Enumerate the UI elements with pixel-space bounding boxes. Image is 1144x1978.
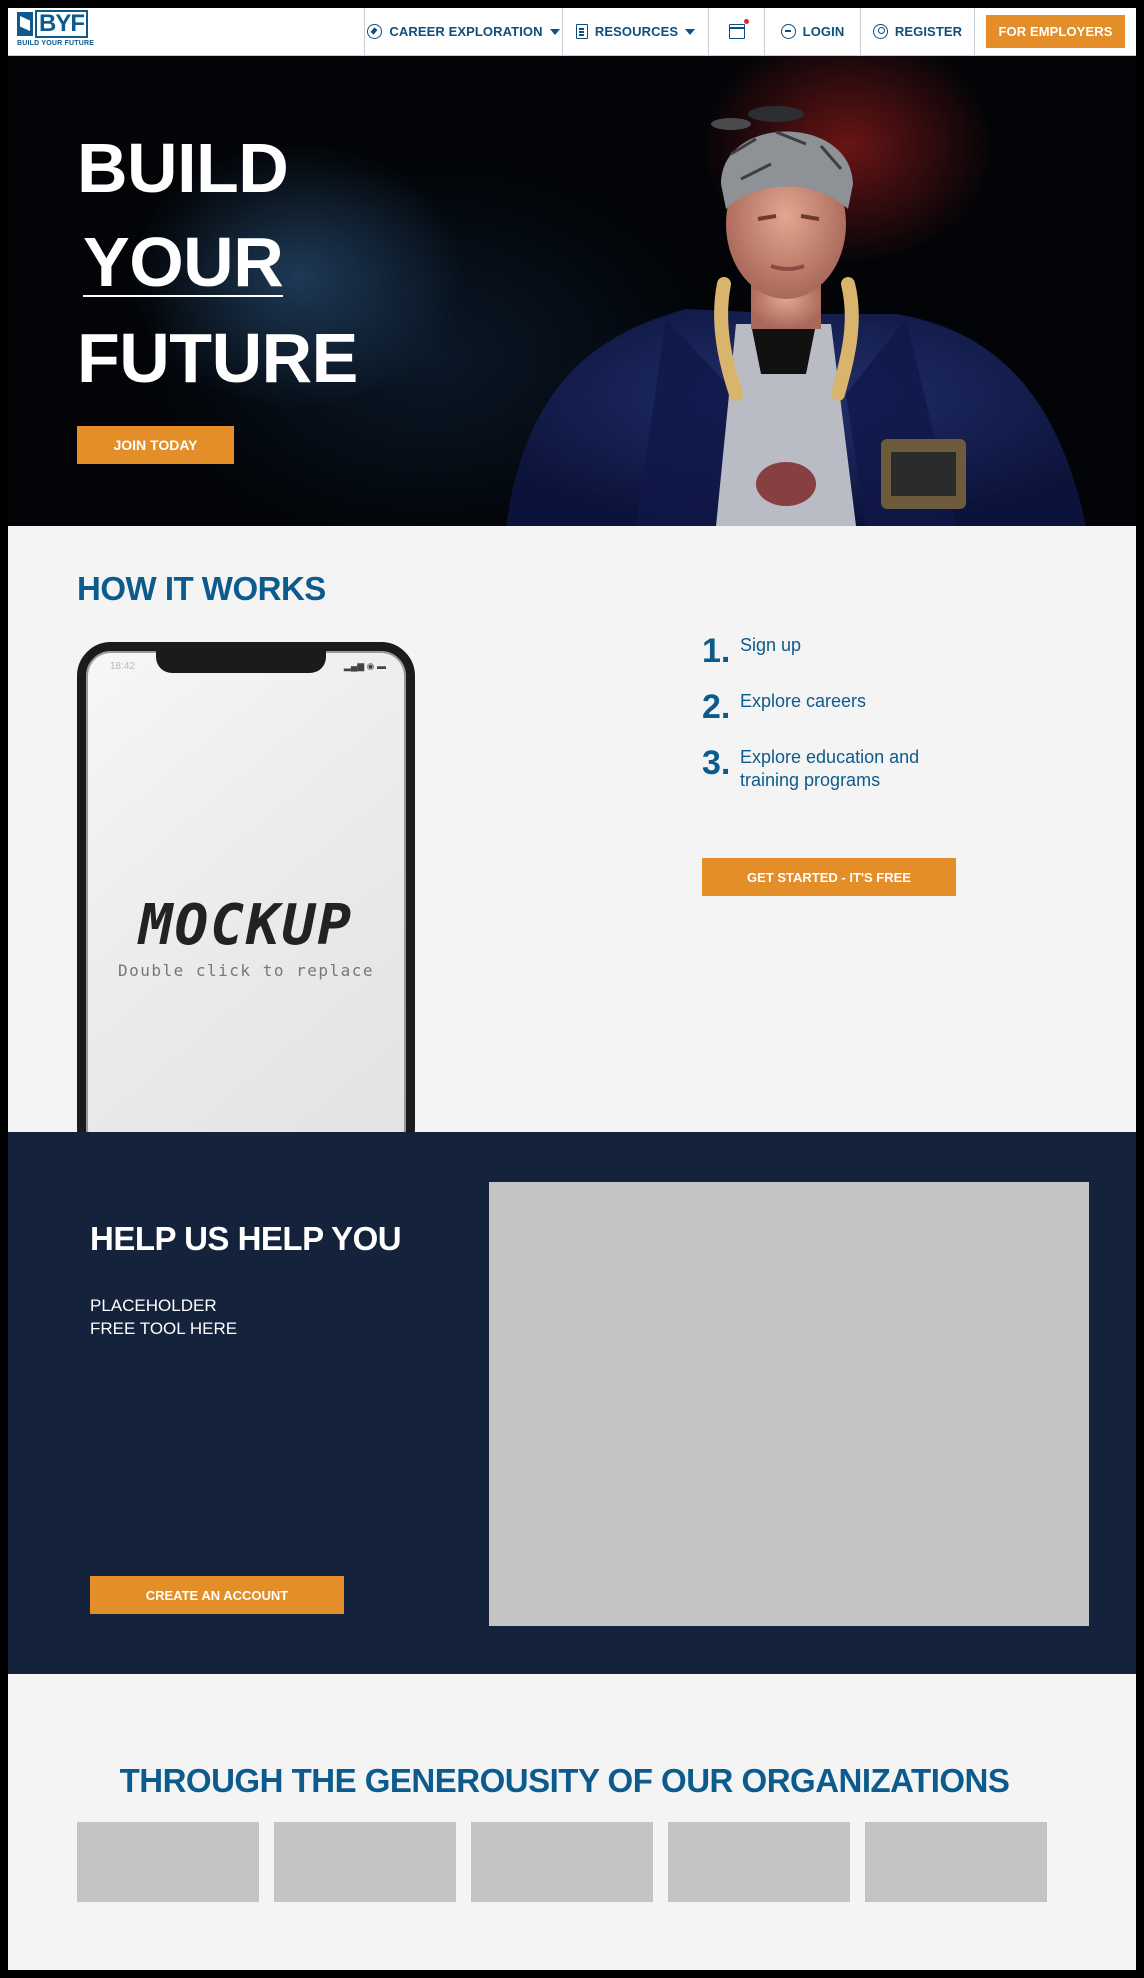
sponsors-section: THROUGH THE GENEROUSITY OF OUR ORGANIZAT… <box>8 1674 1136 1970</box>
sponsor-logo-placeholder <box>865 1822 1047 1902</box>
sponsors-title: THROUGH THE GENEROUSITY OF OUR ORGANIZAT… <box>119 1762 1010 1799</box>
for-employers-button[interactable]: FOR EMPLOYERS <box>985 15 1126 48</box>
phone-time: 18:42 <box>110 661 136 672</box>
logo-mark: BYF <box>17 10 364 38</box>
create-account-button[interactable]: CREATE AN ACCOUNT <box>90 1576 344 1614</box>
nav-login-label: LOGIN <box>802 24 845 39</box>
step-number: 3. <box>702 744 731 782</box>
nav-login[interactable]: LOGIN <box>764 8 860 55</box>
hero-section: BUILD YOUR FUTURE JOIN TODAY <box>8 56 1136 526</box>
step-item: 2. Explore careers <box>702 690 950 724</box>
phone-notch <box>156 649 326 673</box>
nav-resources[interactable]: RESOURCES <box>562 8 708 55</box>
step-text: Sign up <box>740 635 802 655</box>
sponsor-logo-placeholder <box>471 1822 653 1902</box>
step-item: 1. Sign up <box>702 634 950 668</box>
nav-calendar[interactable] <box>708 8 764 55</box>
help-title: HELP US HELP YOU <box>90 1220 402 1257</box>
hero-title-line: YOUR <box>83 223 284 301</box>
join-today-button[interactable]: JOIN TODAY <box>77 426 234 464</box>
help-text-line: PLACEHOLDER <box>90 1296 217 1315</box>
top-navigation: BYF BUILD YOUR FUTURE CAREER EXPLORATION… <box>8 8 1136 56</box>
compass-icon <box>367 24 383 39</box>
logo-text: BYF <box>35 10 88 38</box>
nav-register-label: REGISTER <box>894 24 963 39</box>
step-number: 1. <box>702 632 731 670</box>
chevron-down-icon <box>549 28 560 35</box>
sponsor-logo-placeholder <box>77 1822 259 1902</box>
document-icon <box>575 24 588 39</box>
steps-list: 1. Sign up 2. Explore careers 3. Explore… <box>702 634 950 814</box>
login-icon <box>780 24 796 39</box>
chevron-down-icon <box>685 28 696 35</box>
nav-register[interactable]: REGISTER <box>860 8 974 55</box>
calendar-icon <box>728 19 749 39</box>
hero-title-line: BUILD <box>77 129 289 207</box>
sponsor-logo-placeholder <box>668 1822 850 1902</box>
help-section: HELP US HELP YOU PLACEHOLDER FREE TOOL H… <box>8 1132 1136 1674</box>
step-number: 2. <box>702 688 731 726</box>
sponsor-logo-placeholder <box>274 1822 456 1902</box>
page: BYF BUILD YOUR FUTURE CAREER EXPLORATION… <box>8 8 1136 1970</box>
logo-flag-icon <box>17 12 33 36</box>
free-tool-placeholder <box>489 1182 1089 1626</box>
step-item: 3. Explore education and training progra… <box>702 746 950 792</box>
get-started-button[interactable]: GET STARTED - IT'S FREE <box>702 858 956 896</box>
step-text: Explore careers <box>740 691 867 711</box>
sponsor-logos <box>77 1822 1047 1902</box>
nav-resources-label: RESOURCES <box>594 24 679 39</box>
nav-career-exploration-label: CAREER EXPLORATION <box>389 24 543 39</box>
help-text-line: FREE TOOL HERE <box>90 1319 238 1338</box>
hero-title: BUILD YOUR FUTURE <box>77 121 358 405</box>
hero-welder-photo <box>506 106 1086 526</box>
step-text: Explore education and training programs <box>740 747 920 790</box>
mockup-subtitle: Double click to replace <box>117 961 375 980</box>
user-icon <box>872 24 888 39</box>
site-logo[interactable]: BYF BUILD YOUR FUTURE <box>8 8 364 55</box>
how-it-works-section: HOW IT WORKS 18:42 ▂▄▆ ◉ ▬ MOCKUP Double… <box>8 526 1136 1132</box>
nav-career-exploration[interactable]: CAREER EXPLORATION <box>364 8 562 55</box>
mockup-title: MOCKUP <box>138 893 354 958</box>
hero-title-line: FUTURE <box>77 319 358 397</box>
phone-status-icons: ▂▄▆ ◉ ▬ <box>343 661 386 671</box>
phone-mockup: 18:42 ▂▄▆ ◉ ▬ MOCKUP Double click to rep… <box>77 642 415 1132</box>
help-placeholder-text: PLACEHOLDER FREE TOOL HERE <box>90 1294 237 1340</box>
logo-tagline: BUILD YOUR FUTURE <box>17 40 95 47</box>
nav-employers: FOR EMPLOYERS <box>974 8 1136 55</box>
how-it-works-title: HOW IT WORKS <box>77 570 326 607</box>
